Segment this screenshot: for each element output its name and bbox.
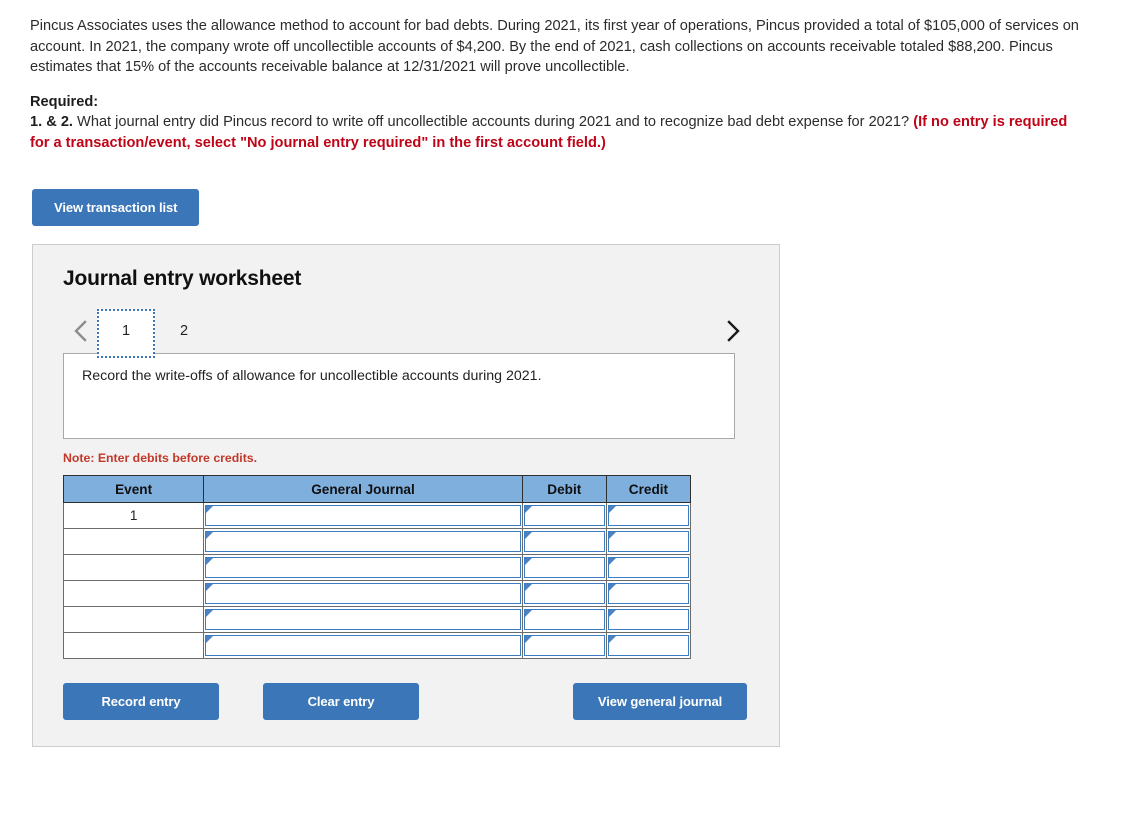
worksheet-footer-buttons: Record entry Clear entry View general jo…	[63, 683, 747, 720]
credit-input[interactable]	[607, 557, 689, 578]
general-journal-cell	[203, 580, 523, 607]
credit-cell	[605, 502, 692, 529]
journal-entry-worksheet-panel: Journal entry worksheet 1 2 Record the w…	[32, 244, 780, 747]
general-journal-input[interactable]	[205, 635, 521, 656]
table-row	[62, 528, 692, 555]
record-entry-button[interactable]: Record entry	[63, 683, 219, 720]
debit-cell	[521, 580, 607, 607]
credit-cell	[605, 554, 692, 581]
credit-cell	[605, 580, 692, 607]
table-row	[62, 632, 692, 659]
tab-entry-2-label: 2	[179, 323, 189, 339]
debit-input[interactable]	[523, 505, 605, 526]
required-label: Required:	[30, 93, 99, 110]
general-journal-cell	[203, 502, 523, 529]
tab-entry-1[interactable]: 1	[97, 309, 155, 358]
column-header-event: Event	[62, 475, 205, 503]
debit-cell	[521, 632, 607, 659]
tabs-spacer	[213, 309, 715, 353]
tab-entry-1-label: 1	[121, 323, 131, 339]
general-journal-cell	[203, 632, 523, 659]
debit-input[interactable]	[523, 531, 605, 552]
panel-title: Journal entry worksheet	[63, 267, 302, 290]
column-header-debit: Debit	[521, 475, 607, 503]
table-row	[62, 580, 692, 607]
view-general-journal-button[interactable]: View general journal	[573, 683, 747, 720]
question-text: What journal entry did Pincus record to …	[73, 114, 914, 130]
column-header-general-journal: General Journal	[203, 475, 523, 503]
table-row: 1	[62, 502, 692, 529]
table-row	[62, 606, 692, 633]
credit-input[interactable]	[607, 609, 689, 630]
debit-cell	[521, 528, 607, 555]
general-journal-input[interactable]	[205, 583, 521, 604]
event-cell	[62, 580, 205, 607]
required-section: Required: 1. & 2. What journal entry did…	[0, 78, 1120, 154]
general-journal-input[interactable]	[205, 609, 521, 630]
problem-statement: Pincus Associates uses the allowance met…	[0, 0, 1135, 78]
debit-cell	[521, 502, 607, 529]
credit-cell	[605, 606, 692, 633]
next-entry-chevron-right-icon[interactable]	[715, 309, 749, 353]
worksheet-tabs: 1 2	[63, 309, 749, 358]
general-journal-cell	[203, 554, 523, 581]
credit-input[interactable]	[607, 583, 689, 604]
debit-cell	[521, 554, 607, 581]
event-cell	[62, 554, 205, 581]
tab-entry-2[interactable]: 2	[155, 309, 213, 353]
question-number: 1. & 2.	[30, 114, 73, 130]
table-row	[62, 554, 692, 581]
general-journal-input[interactable]	[205, 505, 521, 526]
instruction-text: Record the write-offs of allowance for u…	[82, 368, 542, 384]
general-journal-cell	[203, 528, 523, 555]
toolbar: View transaction list	[0, 153, 1142, 226]
clear-entry-button[interactable]: Clear entry	[263, 683, 419, 720]
debit-cell	[521, 606, 607, 633]
table-header-row: Event General Journal Debit Credit	[62, 475, 692, 503]
debit-input[interactable]	[523, 583, 605, 604]
credit-cell	[605, 528, 692, 555]
event-cell	[62, 632, 205, 659]
credit-input[interactable]	[607, 531, 689, 552]
instruction-box: Record the write-offs of allowance for u…	[63, 353, 735, 439]
general-journal-input[interactable]	[205, 557, 521, 578]
event-cell	[62, 606, 205, 633]
event-cell: 1	[62, 502, 205, 529]
credit-input[interactable]	[607, 635, 689, 656]
general-journal-input[interactable]	[205, 531, 521, 552]
journal-entry-table: Event General Journal Debit Credit 1	[62, 475, 692, 659]
debit-input[interactable]	[523, 557, 605, 578]
credit-input[interactable]	[607, 505, 689, 526]
credit-cell	[605, 632, 692, 659]
column-header-credit: Credit	[605, 475, 692, 503]
event-cell	[62, 528, 205, 555]
debit-input[interactable]	[523, 635, 605, 656]
debit-input[interactable]	[523, 609, 605, 630]
problem-paragraph: Pincus Associates uses the allowance met…	[30, 18, 1079, 75]
view-transaction-list-button[interactable]: View transaction list	[32, 189, 200, 226]
prev-entry-chevron-left-icon[interactable]	[63, 309, 97, 353]
general-journal-cell	[203, 606, 523, 633]
debits-before-credits-note: Note: Enter debits before credits.	[63, 451, 258, 465]
